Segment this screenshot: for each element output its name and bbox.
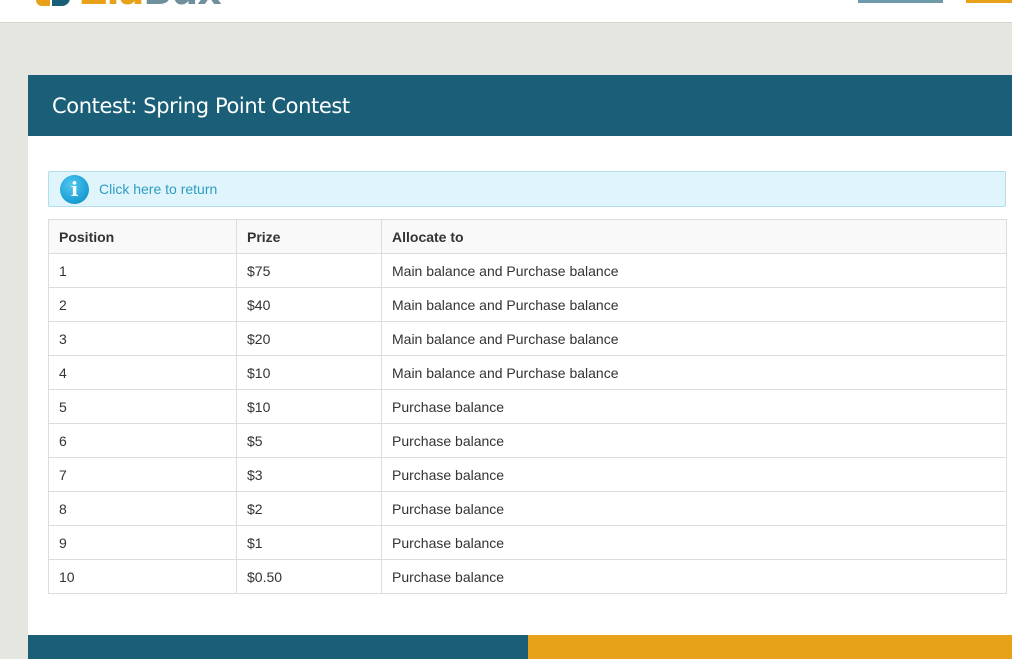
table-row: 3 $20 Main balance and Purchase balance bbox=[48, 321, 1007, 356]
cell-allocate-to: Purchase balance bbox=[381, 389, 1007, 424]
table-row: 1 $75 Main balance and Purchase balance bbox=[48, 253, 1007, 288]
page-title: Contest: Spring Point Contest bbox=[52, 93, 350, 118]
footer-block-blue bbox=[28, 635, 528, 659]
cell-position: 6 bbox=[48, 423, 237, 458]
cell-prize: $10 bbox=[236, 389, 382, 424]
column-header-allocate-to: Allocate to bbox=[381, 219, 1007, 254]
cell-allocate-to: Main balance and Purchase balance bbox=[381, 321, 1007, 356]
cell-prize: $20 bbox=[236, 321, 382, 356]
cell-position: 2 bbox=[48, 287, 237, 322]
logo-text-part2: Bux bbox=[143, 0, 222, 13]
cell-prize: $0.50 bbox=[236, 559, 382, 594]
cell-prize: $40 bbox=[236, 287, 382, 322]
table-row: 2 $40 Main balance and Purchase balance bbox=[48, 287, 1007, 322]
cell-position: 3 bbox=[48, 321, 237, 356]
cell-position: 5 bbox=[48, 389, 237, 424]
cell-allocate-to: Main balance and Purchase balance bbox=[381, 253, 1007, 288]
table-row: 8 $2 Purchase balance bbox=[48, 491, 1007, 526]
top-nav-bar: ZiaBux bbox=[0, 0, 1012, 23]
cell-allocate-to: Main balance and Purchase balance bbox=[381, 287, 1007, 322]
table-header-row: Position Prize Allocate to bbox=[48, 219, 1007, 254]
prize-table: Position Prize Allocate to 1 $75 Main ba… bbox=[48, 219, 1007, 594]
cell-prize: $2 bbox=[236, 491, 382, 526]
cell-prize: $3 bbox=[236, 457, 382, 492]
cell-position: 4 bbox=[48, 355, 237, 390]
logo-text-part1: Zia bbox=[80, 0, 144, 13]
cell-prize: $10 bbox=[236, 355, 382, 390]
table-row: 4 $10 Main balance and Purchase balance bbox=[48, 355, 1007, 390]
column-header-prize: Prize bbox=[236, 219, 382, 254]
table-row: 6 $5 Purchase balance bbox=[48, 423, 1007, 458]
cell-position: 9 bbox=[48, 525, 237, 560]
logo-text: ZiaBux bbox=[80, 0, 222, 10]
cell-position: 8 bbox=[48, 491, 237, 526]
cell-allocate-to: Purchase balance bbox=[381, 525, 1007, 560]
info-alert: i Click here to return bbox=[48, 171, 1006, 207]
cell-prize: $1 bbox=[236, 525, 382, 560]
cell-prize: $5 bbox=[236, 423, 382, 458]
site-logo[interactable]: ZiaBux bbox=[36, 0, 222, 10]
cell-allocate-to: Purchase balance bbox=[381, 457, 1007, 492]
table-row: 9 $1 Purchase balance bbox=[48, 525, 1007, 560]
table-row: 7 $3 Purchase balance bbox=[48, 457, 1007, 492]
cell-allocate-to: Purchase balance bbox=[381, 423, 1007, 458]
info-icon: i bbox=[60, 174, 89, 204]
cell-position: 10 bbox=[48, 559, 237, 594]
nav-button-primary[interactable] bbox=[858, 0, 943, 3]
cell-allocate-to: Main balance and Purchase balance bbox=[381, 355, 1007, 390]
cell-allocate-to: Purchase balance bbox=[381, 559, 1007, 594]
cell-position: 1 bbox=[48, 253, 237, 288]
logo-mark-icon bbox=[36, 0, 72, 8]
table-row: 10 $0.50 Purchase balance bbox=[48, 559, 1007, 594]
table-row: 5 $10 Purchase balance bbox=[48, 389, 1007, 424]
column-header-position: Position bbox=[48, 219, 237, 254]
contest-panel: Contest: Spring Point Contest i Click he… bbox=[28, 75, 1012, 635]
cell-allocate-to: Purchase balance bbox=[381, 491, 1007, 526]
return-link[interactable]: Click here to return bbox=[99, 181, 217, 197]
footer-block-gold bbox=[528, 635, 1012, 659]
nav-button-secondary[interactable] bbox=[966, 0, 1012, 3]
panel-header: Contest: Spring Point Contest bbox=[28, 75, 1012, 136]
cell-position: 7 bbox=[48, 457, 237, 492]
cell-prize: $75 bbox=[236, 253, 382, 288]
